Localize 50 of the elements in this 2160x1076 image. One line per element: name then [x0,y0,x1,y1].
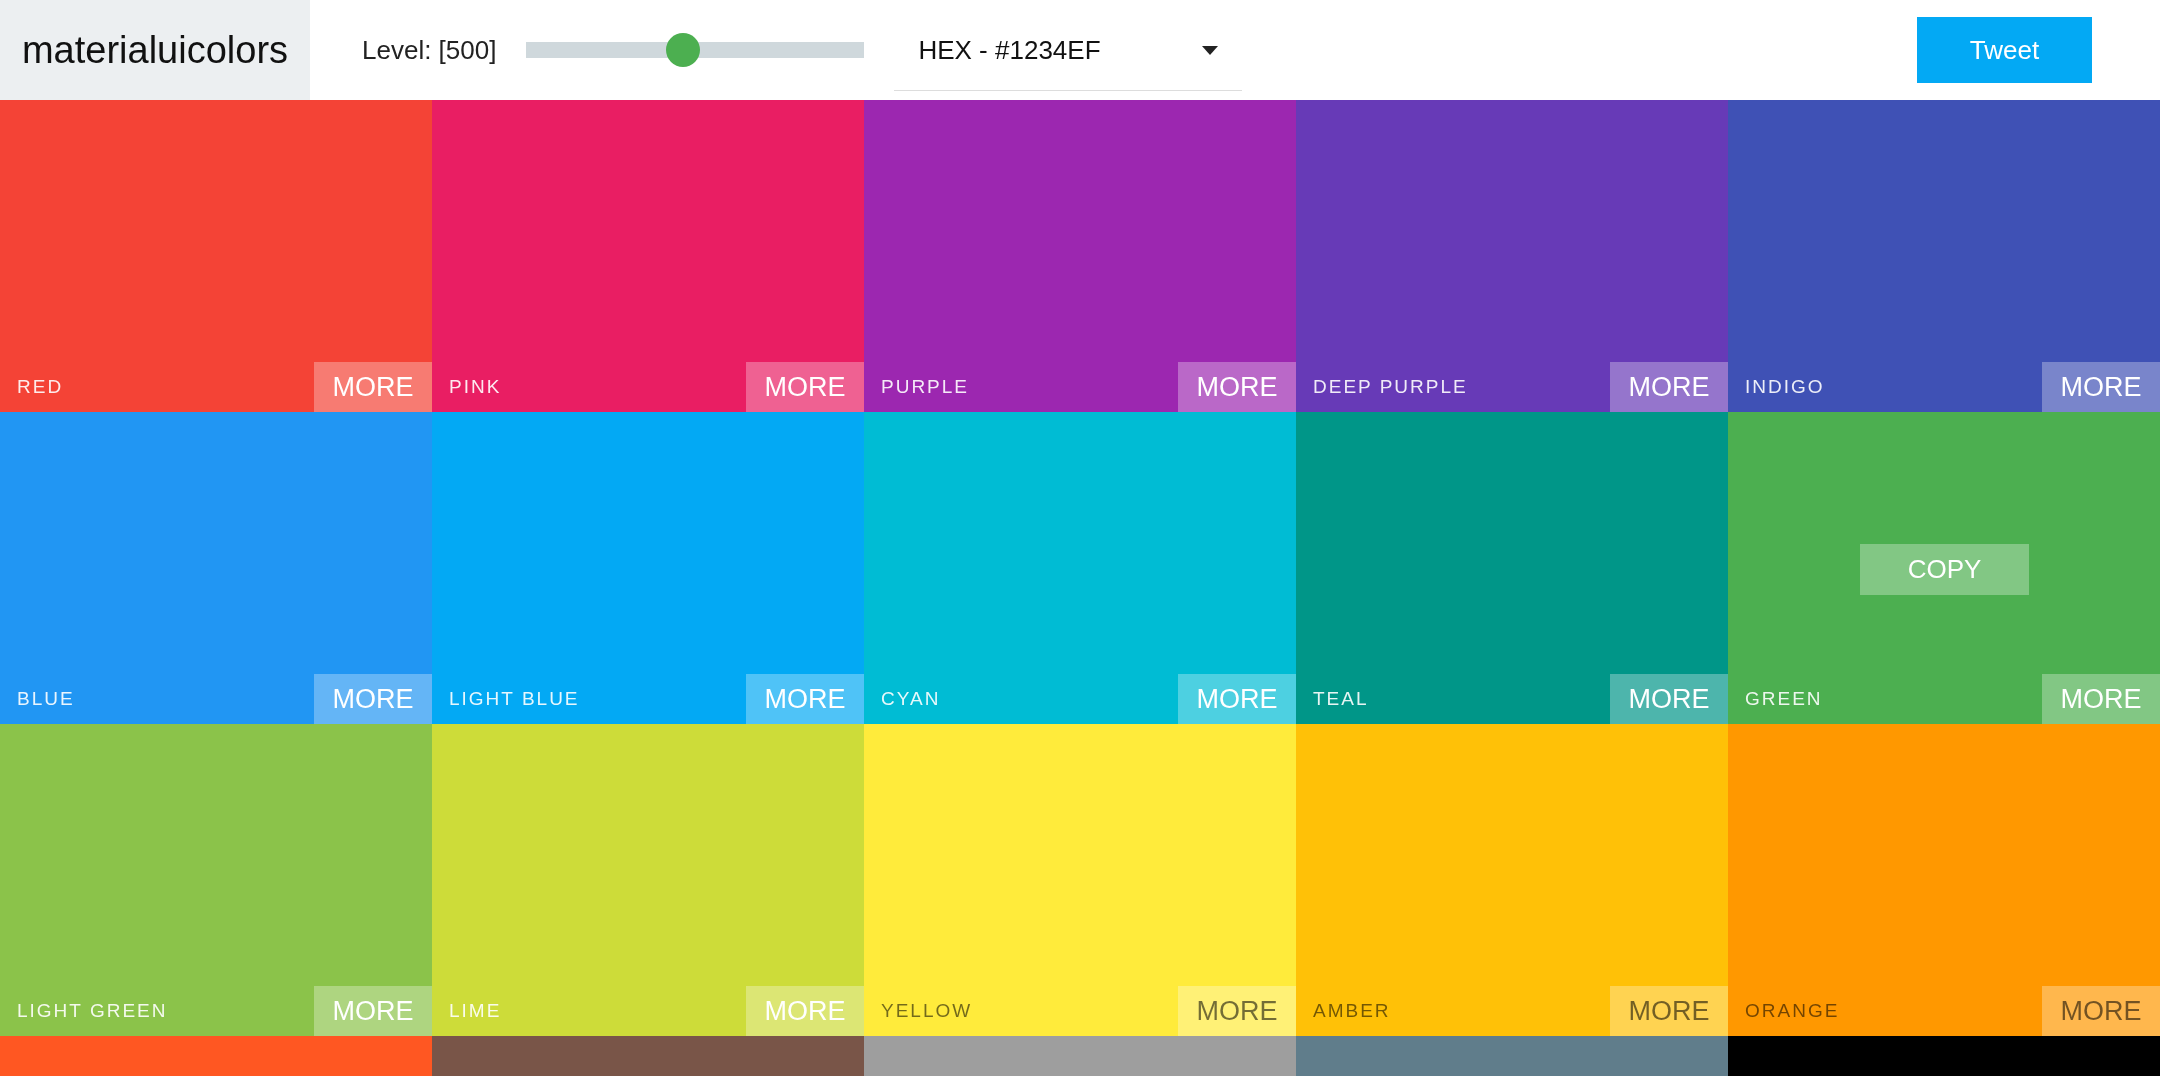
color-tile[interactable]: YELLOW MORE [864,724,1296,1036]
color-name: LIME [449,1000,502,1022]
color-tile[interactable]: PURPLE MORE [864,100,1296,412]
color-tile[interactable]: TEAL MORE [1296,412,1728,724]
copy-button[interactable]: COPY [1860,544,2029,595]
site-logo[interactable]: materialuicolors [0,0,310,100]
more-button[interactable]: MORE [1610,674,1728,724]
color-name: INDIGO [1745,376,1825,398]
color-tile[interactable]: RED MORE [0,100,432,412]
color-name: PINK [449,376,502,398]
color-name: LIGHT GREEN [17,1000,168,1022]
caret-icon [1202,46,1219,55]
color-name: CYAN [881,688,941,710]
level-label: Level: [500] [362,34,497,66]
more-button[interactable]: MORE [1178,986,1296,1036]
more-button[interactable]: MORE [2042,674,2160,724]
color-tile[interactable]: BLUE MORE [0,412,432,724]
color-name: LIGHT BLUE [449,688,580,710]
more-button[interactable]: MORE [314,674,432,724]
color-name: AMBER [1313,1000,1391,1022]
more-button[interactable]: MORE [1610,986,1728,1036]
color-name: DEEP PURPLE [1313,376,1468,398]
more-button[interactable]: MORE [314,986,432,1036]
more-button[interactable]: MORE [2042,362,2160,412]
color-tile[interactable]: INDIGO MORE [1728,100,2160,412]
slider-thumb[interactable] [666,33,701,67]
color-name: RED [17,376,64,398]
color-tile[interactable]: CYAN MORE [864,412,1296,724]
format-dropdown[interactable]: HEX - #1234EF [894,11,1243,91]
color-tile[interactable]: COPY GREEN MORE [1728,412,2160,724]
color-tile[interactable]: DEEP PURPLE MORE [1296,100,1728,412]
color-name: ORANGE [1745,1000,1840,1022]
tweet-button[interactable]: Tweet [1917,17,2092,83]
more-button[interactable]: MORE [1178,362,1296,412]
color-tile[interactable]: LIGHT GREEN MORE [0,724,432,1036]
more-button[interactable]: MORE [746,362,864,412]
color-tile[interactable]: PINK MORE [432,100,864,412]
color-tile[interactable]: LIGHT BLUE MORE [432,412,864,724]
color-tile[interactable]: ORANGE MORE [1728,724,2160,1036]
more-button[interactable]: MORE [746,674,864,724]
more-button[interactable]: MORE [1178,674,1296,724]
more-button[interactable]: MORE [314,362,432,412]
color-tile[interactable]: AMBER MORE [1296,724,1728,1036]
color-name: TEAL [1313,688,1369,710]
more-button[interactable]: MORE [2042,986,2160,1036]
color-name: PURPLE [881,376,970,398]
color-name: BLUE [17,688,75,710]
more-button[interactable]: MORE [1610,362,1728,412]
color-name: GREEN [1745,688,1823,710]
color-name: YELLOW [881,1000,973,1022]
